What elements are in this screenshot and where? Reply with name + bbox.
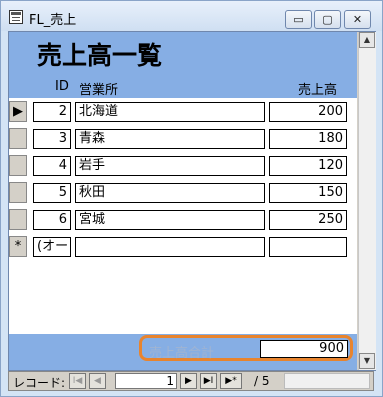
record-selector[interactable] xyxy=(9,209,27,230)
record-selector[interactable] xyxy=(9,128,27,149)
id-field[interactable]: 3 xyxy=(33,129,71,149)
record-selector[interactable] xyxy=(9,155,27,176)
first-record-button[interactable]: I◀ xyxy=(69,373,86,389)
record-selector[interactable]: ▶ xyxy=(9,101,27,122)
column-label-sales: 売上高 xyxy=(298,83,338,98)
id-field[interactable]: 2 xyxy=(33,102,71,122)
last-record-button[interactable]: ▶I xyxy=(200,373,217,389)
close-button[interactable]: ✕ xyxy=(344,10,371,29)
previous-record-button[interactable]: ◀ xyxy=(89,373,106,389)
sales-field[interactable]: 200 xyxy=(269,102,347,122)
maximize-button[interactable]: ▢ xyxy=(314,10,341,29)
sales-field-new[interactable] xyxy=(269,237,347,257)
new-record-button[interactable]: ▶* xyxy=(220,373,242,389)
record-selector[interactable] xyxy=(9,182,27,203)
id-field[interactable]: 4 xyxy=(33,156,71,176)
form-icon xyxy=(9,10,23,24)
form-footer: 売上高合計 900 xyxy=(9,334,357,370)
office-field[interactable]: 北海道 xyxy=(75,102,265,122)
office-field[interactable]: 宮城 xyxy=(75,210,265,230)
scroll-up-icon[interactable]: ▲ xyxy=(359,32,375,48)
form-header: 売上高一覧 ID 営業所 売上高 xyxy=(9,32,357,98)
horizontal-scrollbar[interactable] xyxy=(284,373,370,389)
access-form-window: FL_売上 ▭ ▢ ✕ 売上高一覧 ID 営業所 売上高 ▶ 2 北海道 200… xyxy=(0,0,383,397)
record-navigation-bar: レコード: I◀ ◀ 1 ▶ ▶I ▶* / 5 xyxy=(8,371,374,391)
record-label: レコード: xyxy=(13,376,66,390)
column-label-id: ID xyxy=(55,79,69,94)
office-field-new[interactable] xyxy=(75,237,265,257)
scroll-down-icon[interactable]: ▼ xyxy=(359,353,375,369)
title-bar[interactable]: FL_売上 ▭ ▢ ✕ xyxy=(1,1,382,31)
sales-field[interactable]: 120 xyxy=(269,156,347,176)
minimize-button[interactable]: ▭ xyxy=(285,10,312,29)
record-count: / 5 xyxy=(254,374,270,388)
form-title: 売上高一覧 xyxy=(37,41,163,70)
id-field-new[interactable]: (オートナンバー) xyxy=(33,237,71,257)
total-sales-field[interactable]: 900 xyxy=(260,340,348,358)
sales-field[interactable]: 150 xyxy=(269,183,347,203)
column-label-office: 営業所 xyxy=(79,83,119,98)
new-record-selector[interactable]: * xyxy=(9,236,27,257)
current-record-input[interactable]: 1 xyxy=(115,373,177,389)
detail-section: ▶ 2 北海道 200 3 青森 180 4 岩手 120 5 秋田 150 6… xyxy=(9,98,357,334)
next-record-button[interactable]: ▶ xyxy=(180,373,197,389)
office-field[interactable]: 青森 xyxy=(75,129,265,149)
sales-field[interactable]: 180 xyxy=(269,129,347,149)
id-field[interactable]: 6 xyxy=(33,210,71,230)
window-title: FL_売上 xyxy=(29,13,77,28)
office-field[interactable]: 秋田 xyxy=(75,183,265,203)
sales-field[interactable]: 250 xyxy=(269,210,347,230)
form-body: 売上高一覧 ID 営業所 売上高 ▶ 2 北海道 200 3 青森 180 4 … xyxy=(8,31,376,371)
id-field[interactable]: 5 xyxy=(33,183,71,203)
total-label: 売上高合計 xyxy=(149,346,215,361)
office-field[interactable]: 岩手 xyxy=(75,156,265,176)
vertical-scrollbar[interactable]: ▲ ▼ xyxy=(358,32,376,370)
